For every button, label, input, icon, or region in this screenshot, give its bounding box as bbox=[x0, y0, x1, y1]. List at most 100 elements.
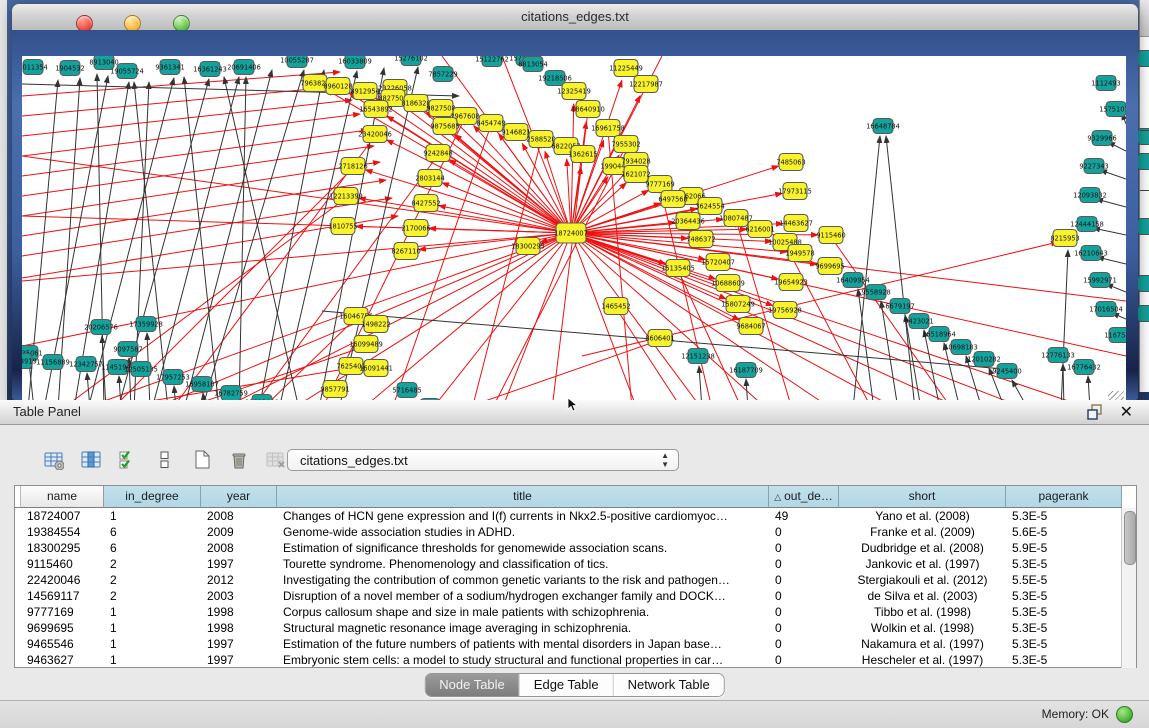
graph-node[interactable]: 12776133 bbox=[1041, 348, 1075, 363]
graph-node[interactable]: 2170066 bbox=[401, 220, 430, 237]
graph-node[interactable]: 19756928 bbox=[768, 302, 802, 319]
graph-node[interactable]: 17359928 bbox=[129, 317, 163, 332]
graph-node[interactable]: 6497568 bbox=[658, 191, 687, 208]
tab-network-table[interactable]: Network Table bbox=[614, 674, 724, 696]
graph-node[interactable]: 15807249 bbox=[721, 296, 755, 313]
graph-node[interactable]: 17016504 bbox=[1089, 302, 1123, 317]
column-header-name[interactable]: name bbox=[21, 486, 104, 508]
graph-node[interactable]: 8606401 bbox=[645, 330, 674, 347]
graph-node[interactable]: 8427552 bbox=[411, 195, 440, 212]
graph-node[interactable]: 9423021 bbox=[904, 314, 933, 329]
delete-table-icon[interactable] bbox=[262, 446, 290, 474]
graph-node[interactable]: 9875685 bbox=[430, 118, 459, 135]
graph-node[interactable]: 9242848 bbox=[423, 145, 452, 162]
graph-node[interactable]: 19654923 bbox=[774, 274, 808, 291]
graph-node[interactable]: 12342757 bbox=[69, 357, 103, 372]
graph-node[interactable]: 7955302 bbox=[611, 136, 640, 153]
graph-node[interactable]: 16099489 bbox=[349, 336, 383, 353]
graph-node[interactable]: 8912954 bbox=[350, 83, 379, 100]
graph-node[interactable]: 16518964 bbox=[922, 327, 956, 342]
graph-node[interactable]: 10055287 bbox=[280, 56, 314, 68]
table-settings-icon[interactable] bbox=[40, 446, 68, 474]
table-selector-dropdown[interactable]: citations_edges.txt ▲▼ bbox=[287, 449, 679, 471]
graph-node[interactable]: 16187709 bbox=[729, 363, 763, 378]
tab-node-table[interactable]: Node Table bbox=[425, 674, 520, 696]
window-titlebar[interactable]: citations_edges.txt bbox=[12, 4, 1138, 31]
table-row[interactable]: 1872400712008Changes of HCN gene express… bbox=[15, 508, 1136, 524]
graph-node[interactable]: 9097587 bbox=[113, 342, 142, 357]
graph-node[interactable]: 15992971 bbox=[1083, 273, 1117, 288]
graph-node[interactable]: 1904532 bbox=[55, 61, 84, 76]
column-header-pagerank[interactable]: pagerank bbox=[1006, 486, 1122, 508]
graph-node[interactable]: 8215953 bbox=[1050, 230, 1079, 247]
graph-node[interactable]: 9245400 bbox=[992, 364, 1021, 379]
graph-node[interactable]: 17973115 bbox=[778, 183, 812, 200]
graph-node[interactable]: 11225449 bbox=[609, 60, 643, 77]
table-row[interactable]: 1456911722003Disruption of a novel membe… bbox=[15, 588, 1136, 604]
table-row[interactable]: 2242004622012Investigating the contribut… bbox=[15, 572, 1136, 588]
graph-node[interactable]: 7485063 bbox=[776, 154, 805, 171]
graph-node[interactable]: 12151238 bbox=[681, 349, 715, 364]
graph-node[interactable]: 16033809 bbox=[338, 56, 372, 69]
table-row[interactable]: 946554611997Estimation of the future num… bbox=[15, 636, 1136, 652]
graph-node[interactable]: 1810755 bbox=[328, 218, 357, 235]
graph-node[interactable]: 16961758 bbox=[591, 120, 625, 137]
graph-node[interactable]: 2011354 bbox=[22, 60, 48, 75]
table-column-icon[interactable] bbox=[77, 446, 105, 474]
graph-node[interactable]: 16091441 bbox=[359, 360, 393, 377]
graph-node[interactable]: 12010282 bbox=[967, 352, 1001, 367]
graph-node[interactable]: 3624554 bbox=[695, 198, 724, 215]
graph-node[interactable]: 18640910 bbox=[571, 101, 605, 118]
table-row[interactable]: 1830029562008Estimation of significance … bbox=[15, 540, 1136, 556]
column-header-out_de[interactable]: △out_de… bbox=[769, 486, 839, 508]
graph-hub-node[interactable]: 18724007 bbox=[554, 223, 588, 243]
table-row[interactable]: 969969511998Structural magnetic resonanc… bbox=[15, 620, 1136, 636]
graph-node[interactable]: 9684067 bbox=[736, 318, 765, 335]
delete-trash-icon[interactable] bbox=[225, 446, 253, 474]
graph-node[interactable]: 8960128 bbox=[323, 78, 352, 95]
graph-node[interactable]: 15751074 bbox=[1099, 102, 1126, 117]
graph-node[interactable]: 14463627 bbox=[779, 215, 813, 232]
graph-node[interactable]: 9329966 bbox=[1087, 131, 1116, 146]
graph-node[interactable]: 1498222 bbox=[361, 316, 390, 333]
graph-node[interactable]: 10688609 bbox=[711, 275, 745, 292]
select-rows-icon[interactable] bbox=[114, 446, 142, 474]
table-row[interactable]: 946362711997Embryonic stem cells: a mode… bbox=[15, 652, 1136, 668]
graph-node[interactable]: 16543892 bbox=[359, 101, 393, 118]
graph-node[interactable]: 6216001 bbox=[745, 221, 774, 238]
graph-node[interactable]: 1362615 bbox=[568, 146, 597, 163]
graph-node[interactable]: 7857229 bbox=[428, 67, 457, 82]
column-header-in_degree[interactable]: in_degree bbox=[104, 486, 201, 508]
graph-node[interactable]: 15720407 bbox=[701, 254, 735, 271]
graph-node[interactable]: 16648784 bbox=[866, 119, 900, 134]
column-header-title[interactable]: title bbox=[277, 486, 769, 508]
graph-node[interactable]: 1167533 bbox=[1104, 328, 1126, 343]
graph-node[interactable]: 20691406 bbox=[227, 60, 261, 75]
float-panel-icon[interactable] bbox=[1087, 404, 1103, 420]
graph-node[interactable]: 15276102 bbox=[394, 56, 428, 66]
close-panel-icon[interactable]: ✕ bbox=[1120, 402, 1133, 422]
network-canvas[interactable]: 2011354190453289130401905572493613411636… bbox=[22, 56, 1126, 409]
graph-node[interactable]: 12325419 bbox=[557, 83, 591, 100]
graph-node[interactable]: 18300295 bbox=[511, 238, 545, 255]
graph-node[interactable]: 15135405 bbox=[661, 260, 695, 277]
table-row[interactable]: 977716911998Corpus callosum shape and si… bbox=[15, 604, 1136, 620]
graph-node[interactable]: 9699695 bbox=[815, 258, 844, 275]
graph-node[interactable]: 2803144 bbox=[415, 170, 444, 187]
network-view-window[interactable]: citations_edges.txt 20113541904532891304… bbox=[12, 4, 1138, 400]
graph-node[interactable]: 1465452 bbox=[601, 298, 630, 315]
graph-node[interactable]: 10698183 bbox=[944, 340, 978, 355]
graph-node[interactable]: 20364436 bbox=[671, 213, 705, 230]
graph-node[interactable]: 6679197 bbox=[885, 299, 914, 314]
graph-node[interactable]: 16776432 bbox=[1067, 360, 1101, 375]
table-row[interactable]: 1938455462009Genome-wide association stu… bbox=[15, 524, 1136, 540]
graph-node[interactable]: 1112493 bbox=[1091, 76, 1120, 91]
graph-node[interactable]: 9115460 bbox=[816, 227, 845, 244]
column-header-short[interactable]: short bbox=[839, 486, 1006, 508]
graph-node[interactable]: 9361341 bbox=[155, 60, 184, 75]
table-row[interactable]: 911546021997Tourette syndrome. Phenomeno… bbox=[15, 556, 1136, 572]
table-vertical-scrollbar[interactable] bbox=[1121, 508, 1136, 668]
graph-node[interactable]: 15122762 bbox=[475, 56, 509, 67]
graph-node[interactable]: 12217987 bbox=[629, 76, 663, 93]
scrollbar-thumb[interactable] bbox=[1124, 511, 1136, 565]
